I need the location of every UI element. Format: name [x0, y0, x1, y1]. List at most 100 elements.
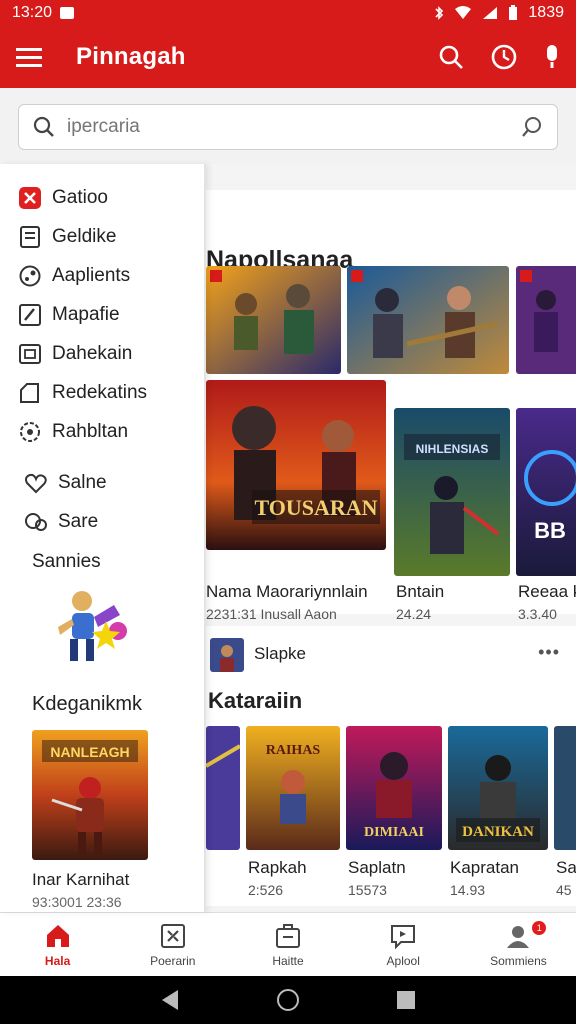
search-icon[interactable]	[438, 44, 464, 70]
edit-icon	[18, 303, 42, 327]
game-title[interactable]: Nama Maorariynnlain	[206, 582, 368, 602]
games-icon	[159, 922, 187, 950]
poster-title: TOUSARAN	[254, 495, 377, 520]
drawer-item-library[interactable]: Geldike	[0, 217, 204, 256]
drawer-item-screen[interactable]: Dahekain	[0, 334, 204, 373]
drawer-item-label: Mapafie	[52, 303, 120, 325]
game-poster[interactable]	[206, 726, 240, 850]
search-icon	[33, 116, 55, 138]
briefcase-icon	[274, 922, 302, 950]
publisher-name[interactable]: Slapke	[254, 644, 306, 664]
game-poster[interactable]: RAIHAS	[246, 726, 340, 850]
nav-apps[interactable]: Haitte	[230, 913, 345, 976]
featured-game-meta: 93:3001 23:36	[32, 894, 122, 910]
section-title: Kataraiin	[208, 688, 303, 713]
drawer-item-label: Sare	[58, 510, 99, 532]
drawer-item-label: Gatioo	[52, 186, 108, 208]
drawer-item-label: Dahekain	[52, 342, 133, 364]
game-title[interactable]: Bntain	[396, 582, 444, 602]
game-meta: 24.24	[396, 606, 432, 622]
game-title[interactable]: Kapratan	[450, 858, 519, 878]
mascot-illustration	[48, 587, 132, 671]
featured-game-caption: Inar Karnihat	[32, 870, 130, 889]
game-poster[interactable]: NIHLENSIAS	[394, 408, 510, 576]
drawer-item-apps[interactable]: Aaplients	[0, 256, 204, 295]
nav-label: Sommiens	[490, 953, 547, 968]
game-poster[interactable]	[554, 726, 576, 850]
search-area	[0, 88, 576, 164]
section-card-1: Napollsanaa TOUSARAN NIHLENSIAS BB Nama …	[206, 190, 576, 622]
search-bar[interactable]	[18, 104, 558, 150]
game-title[interactable]: Saplatn	[348, 858, 406, 878]
game-poster[interactable]: TOUSARAN	[206, 380, 386, 550]
nav-games[interactable]: Poerarin	[115, 913, 230, 976]
screen-icon	[18, 342, 42, 366]
home-icon	[44, 922, 72, 950]
home-circle-icon[interactable]	[276, 988, 300, 1012]
nav-account[interactable]: 1 Sommiens	[461, 913, 576, 976]
chat-icon	[24, 510, 48, 534]
game-meta: 45	[556, 882, 572, 898]
drawer-item-settings[interactable]: Rahbltan	[0, 412, 204, 451]
game-meta: 14.93	[450, 882, 486, 898]
drawer-item-label: Rahbltan	[52, 420, 129, 442]
nav-movies[interactable]: Aplool	[346, 913, 461, 976]
apps-icon	[18, 264, 42, 288]
drawer-section-title: Sannies	[32, 551, 101, 572]
library-icon	[18, 225, 42, 249]
search-submit-icon[interactable]	[521, 116, 543, 138]
message-icon	[389, 922, 417, 950]
game-poster[interactable]: DANIKAN	[448, 726, 548, 850]
game-poster[interactable]: DIMIAAI	[346, 726, 442, 850]
featured-game-poster[interactable]: NANLEAGH	[32, 730, 148, 860]
drawer-item-label: Aaplients	[52, 264, 131, 286]
bluetooth-icon	[434, 5, 444, 21]
nav-label: Hala	[44, 953, 71, 968]
drawer-item-favorites[interactable]: Salne	[0, 463, 204, 502]
game-meta: 2231:31 Inusall Aaon	[206, 606, 337, 622]
poster-title: RAIHAS	[266, 743, 321, 758]
game-title[interactable]: Sa	[556, 858, 576, 878]
battery-icon	[508, 5, 518, 21]
account-icon	[504, 922, 532, 950]
drawer-item-bookmarks[interactable]: Redekatins	[0, 373, 204, 412]
svg-text:NANLEAGH: NANLEAGH	[50, 744, 129, 760]
app-title: Pinnagah	[76, 43, 186, 70]
game-title[interactable]: Reeaa k	[518, 582, 576, 602]
battery-level: 1839	[528, 4, 564, 21]
main-content: Napollsanaa TOUSARAN NIHLENSIAS BB Nama …	[206, 164, 576, 912]
poster-title: DANIKAN	[462, 824, 534, 840]
section-card-2: Slapke ••• Kataraiin RAIHAS DIMIAAI DANI…	[206, 626, 576, 906]
drawer-item-games[interactable]: Gatioo	[0, 178, 204, 217]
search-input[interactable]	[67, 116, 521, 138]
gear-icon	[18, 420, 42, 444]
nav-label: Poerarin	[150, 953, 196, 968]
drawer-item-label: Geldike	[52, 225, 117, 247]
menu-icon[interactable]	[16, 47, 42, 67]
game-banner[interactable]	[347, 266, 509, 374]
signal-icon	[482, 6, 498, 20]
microphone-icon[interactable]	[544, 44, 560, 70]
poster-title: NIHLENSIAS	[416, 442, 489, 456]
publisher-icon	[210, 638, 244, 672]
drawer-item-edit[interactable]: Mapafie	[0, 295, 204, 334]
history-icon[interactable]	[490, 43, 518, 71]
drawer-featured-title: Kdeganikmk	[32, 693, 143, 715]
nav-label: Haitte	[272, 953, 304, 968]
nav-home[interactable]: Hala	[0, 913, 115, 976]
game-poster[interactable]: BB	[516, 408, 576, 576]
poster-title: DIMIAAI	[364, 825, 424, 840]
wifi-icon	[454, 6, 472, 20]
game-banner[interactable]	[206, 266, 341, 374]
drawer-item-share[interactable]: Sare	[0, 502, 204, 541]
game-meta: 3.3.40	[518, 606, 557, 622]
bookmark-icon	[18, 381, 42, 405]
game-meta: 15573	[348, 882, 387, 898]
game-banner[interactable]	[516, 266, 576, 374]
more-options-icon[interactable]: •••	[538, 642, 560, 663]
system-navigation-bar	[0, 976, 576, 1024]
back-icon[interactable]	[160, 989, 180, 1011]
recents-icon[interactable]	[396, 990, 416, 1010]
game-title[interactable]: Rapkah	[248, 858, 307, 878]
drawer-item-label: Redekatins	[52, 381, 148, 403]
